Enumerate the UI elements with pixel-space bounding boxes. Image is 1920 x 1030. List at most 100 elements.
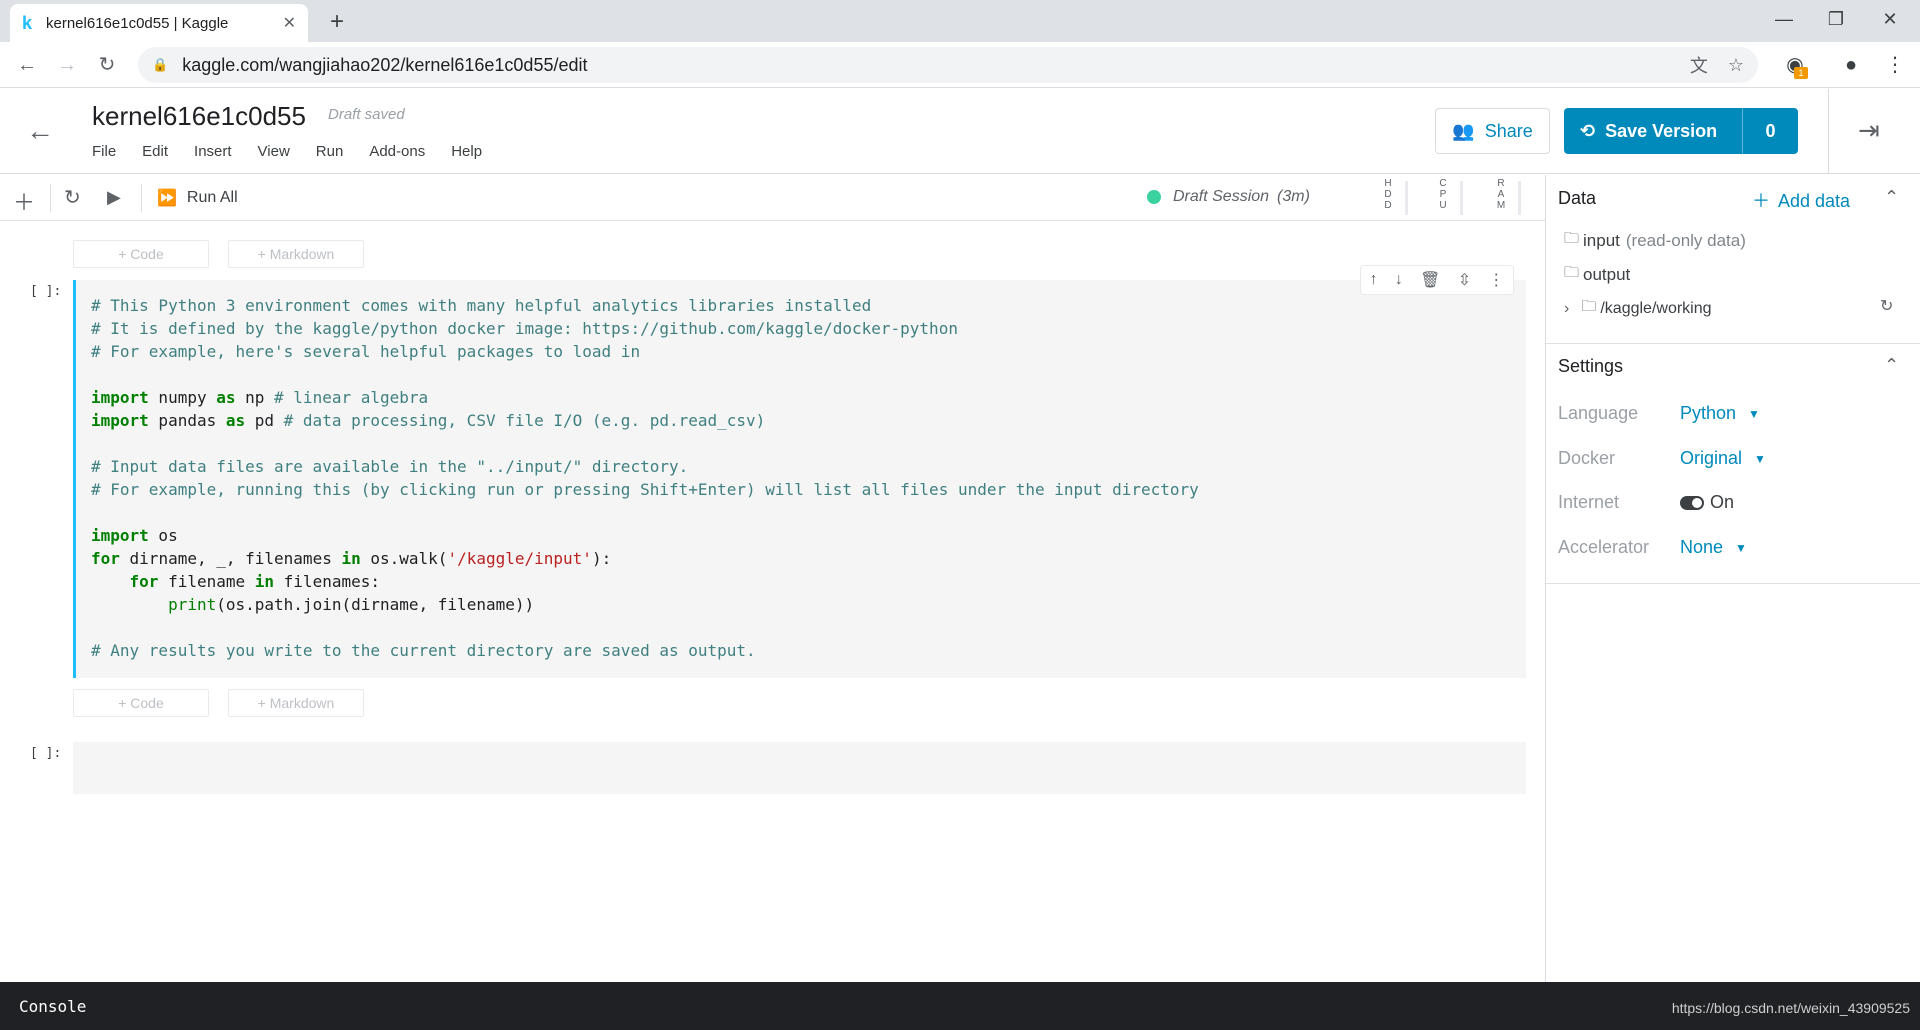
kernel-title[interactable]: kernel616e1c0d55 [92,101,306,132]
refresh-icon[interactable]: ↻ [1880,296,1893,316]
move-down-icon[interactable]: ↓ [1395,271,1403,289]
code-line: for filename in filenames: [129,572,380,591]
editor-menu: File Edit Insert View Run Add-ons Help [92,143,508,160]
internet-toggle[interactable]: On [1680,492,1734,513]
code-editor[interactable]: # This Python 3 environment comes with m… [76,280,1526,662]
move-up-icon[interactable]: ↑ [1370,271,1378,289]
translate-icon[interactable]: 文 [1690,52,1708,78]
settings-section-title: Settings [1558,356,1624,376]
url-bar[interactable]: 🔒 kaggle.com/wangjiahao202/kernel616e1c0… [138,47,1758,83]
docker-label: Docker [1558,448,1616,468]
tab-title: kernel616e1c0d55 | Kaggle [46,14,229,32]
window-close-icon[interactable]: ✕ [1862,0,1918,38]
menu-add-ons[interactable]: Add-ons [369,143,425,160]
delete-icon[interactable]: 🗑 [1420,270,1440,290]
panel-divider [1546,343,1920,344]
browser-tab[interactable]: k kernel616e1c0d55 | Kaggle ✕ [10,4,308,42]
collapse-cell-icon[interactable]: ⇳ [1458,270,1471,290]
tree-item-working[interactable]: › 🗀 /kaggle/working [1564,296,1712,321]
working-label: /kaggle/working [1600,299,1712,317]
accelerator-select[interactable]: None ▼ [1680,537,1747,558]
watermark-text: https://blog.csdn.net/weixin_43909525 [1671,1000,1910,1016]
code-line: # Any results you write to the current d… [91,641,756,660]
folder-icon: 🗀 [1581,298,1597,315]
kernel-header: ← kernel616e1c0d55 Draft saved File Edit… [0,89,1920,174]
url-text[interactable]: kaggle.com/wangjiahao202/kernel616e1c0d5… [182,55,1670,76]
code-line: # For example, here's several helpful pa… [91,342,641,361]
menu-view[interactable]: View [258,143,290,160]
right-side-panel: Data ＋ Add data ⌃ 🗀 input (read-only data… [1545,175,1920,982]
run-all-label: Run All [186,189,238,206]
console-bar[interactable]: Console https://blog.csdn.net/weixin_439… [0,982,1920,1030]
add-data-button[interactable]: ＋ Add data [1752,187,1850,213]
accelerator-value: None [1680,537,1724,557]
chevron-right-icon[interactable]: › [1564,300,1569,318]
menu-file[interactable]: File [92,143,116,160]
toggle-switch-icon[interactable] [1680,495,1704,510]
chevron-up-icon[interactable]: ⌃ [1884,355,1899,376]
save-version-label: Save Version [1605,120,1718,141]
notebook-toolbar: ＋ ↻ ▶ ⏩ Run All Draft Session (3m) H D D… [0,175,1545,221]
share-button[interactable]: 👥 Share [1435,108,1550,154]
language-label: Language [1558,403,1639,423]
language-select[interactable]: Python ▼ [1680,403,1760,424]
new-tab-button[interactable]: + [322,8,352,38]
code-line: # It is defined by the kaggle/python doc… [91,319,958,338]
add-markdown-button[interactable]: + Markdown [228,689,364,717]
add-code-button[interactable]: + Code [73,240,209,268]
chevron-up-icon[interactable]: ⌃ [1884,187,1899,208]
code-line: for dirname, _, filenames in os.walk('/k… [91,549,612,568]
menu-edit[interactable]: Edit [142,143,168,160]
minimize-icon[interactable]: — [1756,0,1812,38]
reload-icon[interactable]: ↻ [92,50,122,80]
caret-down-icon: ▼ [1748,406,1760,421]
output-label: output [1583,264,1631,284]
forward-icon[interactable]: → [52,50,82,80]
tree-item-output[interactable]: 🗀 output [1564,262,1630,287]
browser-menu-icon[interactable]: ⋮ [1882,52,1908,78]
run-all-button[interactable]: ⏩ Run All [157,188,238,208]
docker-select[interactable]: Original ▼ [1680,448,1766,469]
cell-prompt: [ ]: [30,746,62,761]
bookmark-star-icon[interactable]: ☆ [1728,55,1744,76]
ram-meter-label: R A M [1496,178,1506,211]
more-options-icon[interactable]: ⋮ [1488,270,1504,290]
folder-icon: 🗀 [1564,230,1580,247]
restore-icon[interactable]: ❐ [1808,0,1864,38]
kaggle-favicon-icon: k [22,12,33,33]
internet-value: On [1710,492,1735,512]
session-status[interactable]: Draft Session (3m) [1147,188,1310,206]
cell-prompt: [ ]: [30,284,62,299]
code-line: # For example, running this (by clicking… [91,480,1199,499]
menu-insert[interactable]: Insert [194,143,232,160]
close-tab-icon[interactable]: ✕ [283,13,296,33]
save-version-button[interactable]: ⟲ Save Version 0 [1564,108,1798,154]
menu-run[interactable]: Run [316,143,344,160]
header-divider [1828,89,1829,174]
code-line: # Input data files are available in the … [91,457,689,476]
back-arrow-icon[interactable]: ← [26,115,54,147]
add-cell-icon[interactable]: ＋ [13,185,35,217]
version-count[interactable]: 0 [1742,108,1798,154]
restart-icon[interactable]: ↻ [64,185,81,210]
tree-item-input[interactable]: 🗀 input (read-only data) [1564,228,1746,253]
toolbar-divider [50,184,51,212]
collapse-panel-icon[interactable]: ⇥ [1858,115,1880,146]
add-markdown-button[interactable]: + Markdown [228,240,364,268]
draft-status: Draft saved [328,106,405,123]
run-cell-icon[interactable]: ▶ [107,187,121,208]
code-cell[interactable]: # This Python 3 environment comes with m… [73,280,1526,678]
menu-help[interactable]: Help [451,143,482,160]
cpu-meter-bar [1460,181,1463,215]
profile-avatar-icon[interactable]: ● [1838,52,1864,78]
empty-code-cell[interactable] [73,742,1526,794]
cell-toolbar: ↑ ↓ 🗑 ⇳ ⋮ [1360,265,1514,295]
back-icon[interactable]: ← [12,50,42,80]
add-code-button[interactable]: + Code [73,689,209,717]
session-time: (3m) [1277,188,1310,205]
docker-value: Original [1680,448,1743,468]
code-line: print(os.path.join(dirname, filename)) [168,595,535,614]
